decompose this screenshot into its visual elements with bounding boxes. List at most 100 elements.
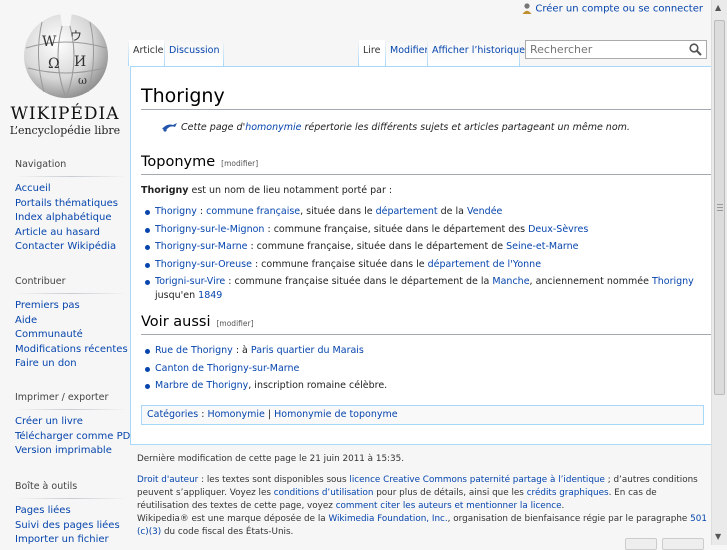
svg-text:W: W (42, 34, 57, 50)
svg-text:Ω: Ω (48, 56, 60, 72)
nav-item-importer-fichier[interactable]: Importer un fichier (15, 533, 127, 548)
nav-item-pages-liees[interactable]: Pages liées (15, 504, 127, 519)
intro-text: est un nom de lieu notamment porté par : (188, 185, 393, 196)
article-link[interactable]: Deux-Sèvres (528, 224, 588, 235)
wikimedia-badge[interactable] (625, 538, 657, 550)
user-icon (522, 3, 532, 14)
tab-lire[interactable]: Lire (359, 40, 385, 66)
mediawiki-badge[interactable] (662, 538, 704, 550)
nav-item-modifications-recentes[interactable]: Modifications récentes (15, 343, 128, 358)
article-link[interactable]: Thorigny-sur-le-Mignon (155, 224, 264, 235)
article-link[interactable]: département (376, 206, 438, 217)
list-item-text: : commune française située dans le (251, 258, 428, 270)
hatnote-text-post: répertorie les différents sujets et arti… (301, 122, 630, 133)
list-item-text: , située dans le (300, 206, 376, 217)
nav-item-premiers-pas[interactable]: Premiers pas (15, 299, 127, 314)
footer-link[interactable]: Droit d'auteur (137, 475, 198, 485)
article-link[interactable]: Rue de Thorigny (155, 345, 233, 356)
footer-link[interactable]: conditions d’utilisation (274, 488, 374, 498)
scrollbar[interactable]: ▲ ▼ (711, 0, 727, 545)
nav-item-telecharger-pdf[interactable]: Télécharger comme PDF (15, 430, 136, 445)
svg-text:ウ: ウ (70, 29, 82, 43)
article-link[interactable]: Thorigny-sur-Marne (155, 241, 247, 252)
list-item-text: : (196, 206, 207, 217)
section-heading-voir-aussi: Voir aussi [modifier] (141, 314, 254, 330)
tab-article[interactable]: Article (129, 40, 164, 66)
nav-item-creer-livre[interactable]: Créer un livre (15, 415, 127, 430)
nav-item-faire-un-don[interactable]: Faire un don (15, 357, 127, 372)
footer-link[interactable]: licence Creative Commons paternité parta… (349, 475, 605, 485)
page-title: Thorigny (141, 85, 225, 107)
list-item-text: : à (232, 345, 251, 356)
personal-tools: Créer un compte ou se connecter (522, 3, 703, 15)
nav-item-accueil[interactable]: Accueil (15, 182, 127, 197)
disambiguation-icon (162, 123, 177, 132)
category-link[interactable]: Homonymie de toponyme (274, 409, 397, 420)
edit-section-link[interactable]: [modifier] (221, 159, 258, 168)
scrollbar-thumb[interactable] (714, 20, 725, 395)
nav-item-communaute[interactable]: Communauté (15, 328, 127, 343)
article-link[interactable]: Torigni-sur-Vire (155, 276, 225, 287)
svg-text:И: И (74, 54, 86, 70)
article-link[interactable]: Vendée (467, 206, 502, 217)
article-link[interactable]: Thorigny-sur-Oreuse (155, 259, 252, 270)
article-link[interactable]: Thorigny (652, 276, 694, 287)
footer-link[interactable]: Wikimedia Foundation, Inc. (328, 514, 447, 524)
license-paragraph: Droit d'auteur : les textes sont disponi… (137, 474, 707, 513)
tab-historique[interactable]: Afficher l’historique (428, 40, 525, 66)
article-link[interactable]: Canton de Thorigny-sur-Marne (155, 363, 299, 374)
nav-item-contact[interactable]: Contacter Wikipédia (15, 240, 127, 255)
portal-contribuer: Contribuer Premiers pas Aide Communauté … (15, 276, 128, 372)
article-link[interactable]: Seine-et-Marne (506, 241, 578, 252)
article-link[interactable]: Thorigny (155, 206, 197, 217)
list-item-text: : commune française, située dans le dépa… (247, 241, 507, 252)
list-item-text: : commune française située dans le dépar… (225, 276, 493, 287)
list-item: Marbre de Thorigny, inscription romaine … (143, 379, 703, 393)
footer-link[interactable]: comment citer les auteurs et mentionner … (336, 501, 562, 511)
search-icon[interactable] (689, 43, 702, 56)
nav-item-index[interactable]: Index alphabétique (15, 211, 127, 226)
nav-item-hasard[interactable]: Article au hasard (15, 226, 127, 241)
portal-title-imprimer: Imprimer / exporter (15, 392, 109, 403)
svg-text:ω: ω (78, 74, 87, 87)
hatnote-text-pre: Cette page d' (181, 122, 246, 133)
portal-divider (15, 409, 127, 410)
globe-logo-icon: W ウ Ω И ω (24, 12, 108, 99)
footer-text: : les textes sont disponibles sous (198, 475, 350, 485)
section-underline (141, 174, 713, 175)
footer-text: . (561, 501, 565, 511)
categories-link[interactable]: Catégories (147, 409, 198, 420)
hatnote-link-homonymie[interactable]: homonymie (245, 122, 301, 133)
tab-discussion[interactable]: Discussion (165, 40, 223, 66)
tab-modifier[interactable]: Modifier (386, 40, 428, 66)
title-underline (141, 109, 713, 110)
nav-item-aide[interactable]: Aide (15, 314, 127, 329)
article-link[interactable]: quartier du Marais (277, 345, 364, 356)
footer-trademark: Wikipedia® est une marque déposée de la … (137, 513, 707, 539)
article-link[interactable]: Marbre de Thorigny (155, 380, 248, 391)
list-item-text: , anciennement nommée (529, 276, 652, 287)
article-link[interactable]: Manche (492, 276, 529, 287)
scroll-down-arrow-icon[interactable]: ▼ (715, 532, 721, 541)
search-input[interactable] (526, 41, 680, 57)
nav-item-portails[interactable]: Portails thématiques (15, 197, 127, 212)
article-link[interactable]: commune française (206, 206, 300, 217)
edit-section-link[interactable]: [modifier] (216, 319, 253, 328)
search-box (525, 40, 707, 59)
create-account-link[interactable]: Créer un compte ou se connecter (535, 4, 703, 15)
list-item-text: : commune française, située dans le dépa… (264, 223, 529, 235)
hatnote: Cette page d'homonymie répertorie les di… (161, 122, 630, 133)
footer-text: pour plus de détails, ainsi que les (373, 488, 527, 498)
nav-item-suivi-pages-liees[interactable]: Suivi des pages liées (15, 519, 127, 534)
article-link[interactable]: département de l'Yonne (428, 259, 541, 270)
footer-link[interactable]: crédits graphiques (527, 488, 609, 498)
list-item: Rue de Thorigny : à Paris quartier du Ma… (143, 344, 703, 358)
nav-item-version-imprimable[interactable]: Version imprimable (15, 444, 127, 459)
scroll-up-arrow-icon[interactable]: ▲ (715, 3, 721, 12)
article-link[interactable]: Paris (251, 345, 274, 356)
footer: Dernière modification de cette page le 2… (137, 453, 707, 539)
article-link[interactable]: 1849 (198, 290, 222, 301)
category-link[interactable]: Homonymie (207, 409, 264, 420)
wikipedia-logo[interactable]: W ウ Ω И ω Wikipédia L’encyclopédie libre (0, 0, 130, 145)
list-item: Torigni-sur-Vire : commune française sit… (143, 275, 703, 302)
